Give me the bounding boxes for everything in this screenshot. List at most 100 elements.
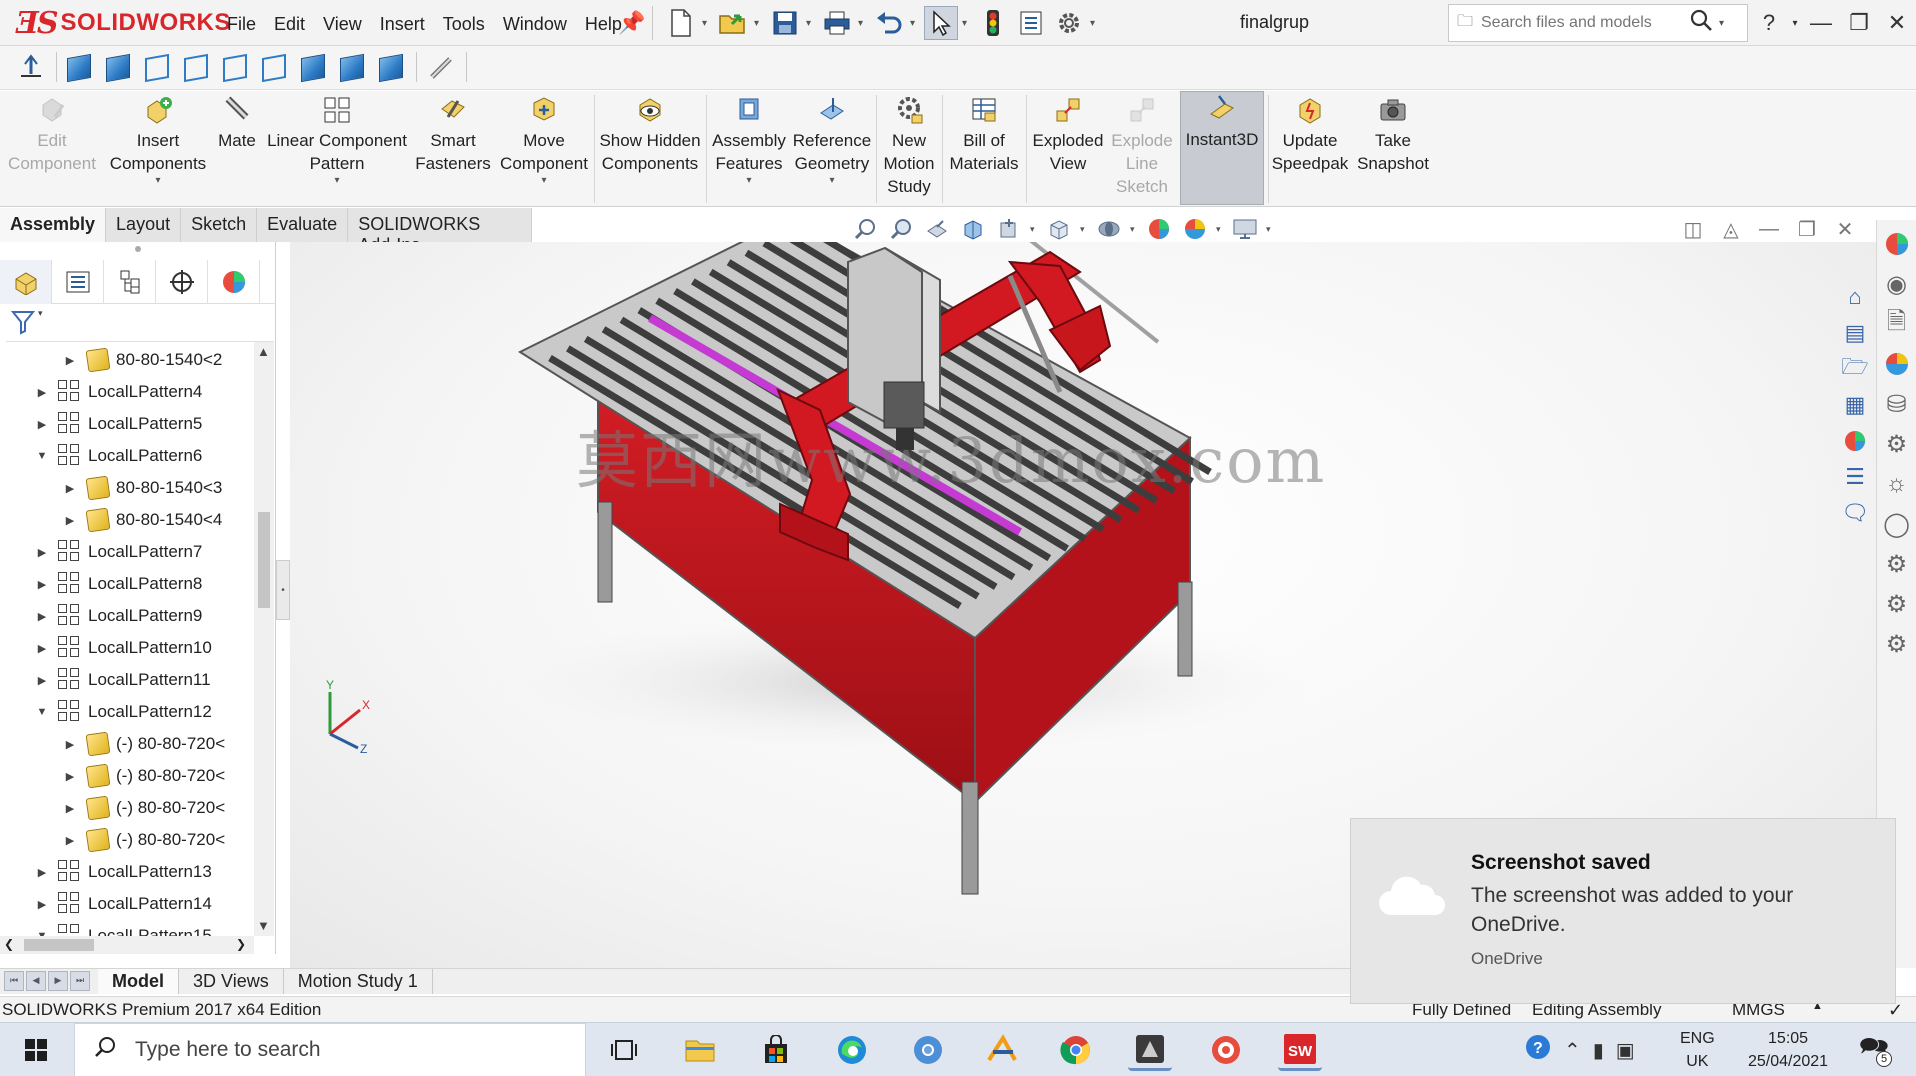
split-left-icon[interactable]: ◫	[1680, 216, 1706, 242]
display-style-icon[interactable]	[1094, 214, 1124, 244]
back-view-icon[interactable]	[101, 52, 135, 84]
front-view-icon[interactable]	[62, 52, 96, 84]
chrome-icon[interactable]	[1054, 1029, 1098, 1071]
display-manager-icon[interactable]	[208, 260, 260, 304]
view-palette-icon[interactable]: ▦	[1839, 390, 1871, 420]
tab-evaluate[interactable]: Evaluate	[257, 208, 349, 242]
expand-arrow-right-icon[interactable]: ▶	[62, 802, 78, 815]
gear-icon[interactable]: ⚙	[1881, 548, 1913, 580]
configuration-manager-icon[interactable]	[104, 260, 156, 304]
menu-file[interactable]: File	[218, 8, 265, 41]
gear-icon[interactable]: ⚙	[1881, 628, 1913, 660]
3d-app-icon[interactable]	[1128, 1029, 1172, 1071]
chevron-down-icon[interactable]: ▾	[1719, 18, 1724, 29]
expand-arrow-right-icon[interactable]: ▶	[34, 546, 50, 559]
menu-window[interactable]: Window	[494, 8, 576, 41]
bottom-view-icon[interactable]	[257, 52, 291, 84]
expand-arrow-right-icon[interactable]: ▶	[62, 514, 78, 527]
mate-button[interactable]: Mate	[212, 93, 262, 152]
forum-icon[interactable]: 🗨	[1839, 498, 1871, 528]
instant3d-button[interactable]: Instant3D	[1180, 91, 1264, 205]
tab-assembly[interactable]: Assembly	[0, 208, 107, 242]
tree-item-pattern[interactable]: ▶ LocalLPattern13	[34, 856, 212, 888]
appearances-icon[interactable]	[1839, 426, 1871, 456]
scroll-left-icon[interactable]: ❮	[4, 937, 14, 951]
chevron-down-icon[interactable]: ▾	[806, 18, 816, 29]
insert-components-button[interactable]: Insert Components ▾	[104, 93, 212, 187]
battery-icon[interactable]: ▮	[1593, 1038, 1604, 1063]
chevron-down-icon[interactable]: ▾	[155, 175, 160, 187]
tab-model[interactable]: Model	[98, 969, 179, 994]
viewport-restore-icon[interactable]: ❐	[1794, 216, 1820, 242]
tree-item-part[interactable]: ▶ (-) 80-80-720<	[62, 792, 225, 824]
options-gear-icon[interactable]	[1052, 6, 1086, 40]
expand-arrow-right-icon[interactable]: ▶	[34, 610, 50, 623]
chevron-down-icon[interactable]: ▾	[334, 175, 339, 187]
chevron-down-icon[interactable]: ▾	[754, 18, 764, 29]
network-icon[interactable]: ▣	[1616, 1038, 1635, 1063]
light-icon[interactable]: ☼	[1881, 468, 1913, 500]
expand-arrow-right-icon[interactable]: ▶	[34, 386, 50, 399]
language-indicator[interactable]: ENG UK	[1680, 1027, 1715, 1073]
clock[interactable]: 15:05 25/04/2021	[1748, 1027, 1828, 1073]
gear-icon[interactable]: ⚙	[1881, 588, 1913, 620]
chevron-down-icon[interactable]: ▾	[910, 18, 920, 29]
bill-of-materials-button[interactable]: Bill of Materials	[946, 93, 1022, 175]
task-view-icon[interactable]	[602, 1029, 646, 1071]
expand-arrow-right-icon[interactable]: ▶	[34, 642, 50, 655]
zoom-to-fit-icon[interactable]	[850, 214, 880, 244]
split-right-icon[interactable]: ◬	[1718, 216, 1744, 242]
onedrive-notification[interactable]: Screenshot saved The screenshot was adde…	[1350, 818, 1896, 1004]
top-view-icon[interactable]	[218, 52, 252, 84]
exploded-view-button[interactable]: Exploded View	[1030, 93, 1106, 175]
tree-vertical-scrollbar[interactable]: ▲ ▼	[254, 342, 274, 936]
help-tray-icon[interactable]: ?	[1524, 1033, 1552, 1067]
scroll-right-icon[interactable]: ❯	[236, 937, 246, 951]
right-view-icon[interactable]	[179, 52, 213, 84]
tab-layout[interactable]: Layout	[106, 208, 182, 242]
dimetric-view-icon[interactable]	[374, 52, 408, 84]
recorder-app-icon[interactable]	[1204, 1029, 1248, 1071]
explode-line-sketch-button[interactable]: Explode Line Sketch	[1106, 93, 1178, 198]
expand-arrow-down-icon[interactable]: ▼	[34, 706, 50, 718]
chevron-down-icon[interactable]: ▾	[858, 18, 868, 29]
search-input[interactable]	[1481, 14, 1681, 32]
tree-item-pattern[interactable]: ▼ LocalLPattern15	[34, 920, 212, 936]
section-view-icon[interactable]	[958, 214, 988, 244]
notifications-icon[interactable]: 🗪 5	[1856, 1031, 1892, 1067]
expand-arrow-right-icon[interactable]: ▶	[34, 898, 50, 911]
chevron-up-icon[interactable]: ⌃	[1564, 1038, 1581, 1063]
chevron-down-icon[interactable]: ▾	[1090, 18, 1100, 29]
close-icon[interactable]: ✕	[1878, 6, 1916, 40]
expand-arrow-right-icon[interactable]: ▶	[34, 578, 50, 591]
previous-view-icon[interactable]	[922, 214, 952, 244]
isometric-view-icon[interactable]	[296, 52, 330, 84]
settings-icon[interactable]: ⚙	[1881, 428, 1913, 460]
view-settings-icon[interactable]	[1230, 214, 1260, 244]
restore-icon[interactable]: ❐	[1840, 6, 1878, 40]
tree-item-pattern[interactable]: ▼ LocalLPattern6	[34, 440, 202, 472]
tree-item-pattern[interactable]: ▶ LocalLPattern4	[34, 376, 202, 408]
undo-icon[interactable]	[872, 6, 906, 40]
expand-arrow-down-icon[interactable]: ▼	[34, 450, 50, 462]
help-button[interactable]: ?	[1750, 6, 1788, 40]
menu-edit[interactable]: Edit	[265, 8, 314, 41]
solidworks-taskbar-icon[interactable]: SW	[1278, 1029, 1322, 1071]
chevron-down-icon[interactable]: ▾	[1130, 224, 1138, 235]
file-explorer-icon[interactable]	[678, 1029, 722, 1071]
tree-item-pattern[interactable]: ▶ LocalLPattern5	[34, 408, 202, 440]
next-tab-icon[interactable]: ▶	[48, 970, 68, 991]
decals-icon[interactable]: ◉	[1881, 268, 1913, 300]
tree-item-pattern[interactable]: ▶ LocalLPattern7	[34, 536, 202, 568]
taskbar-search[interactable]: Type here to search	[74, 1023, 586, 1076]
tree-item-part[interactable]: ▶ 80-80-1540<3	[62, 472, 222, 504]
left-view-icon[interactable]	[140, 52, 174, 84]
expand-arrow-right-icon[interactable]: ▶	[62, 770, 78, 783]
feature-manager-tree-icon[interactable]	[0, 260, 52, 304]
last-tab-icon[interactable]: ⏭	[70, 970, 90, 991]
tree-horizontal-scrollbar[interactable]: ❮ ❯	[0, 936, 254, 954]
first-tab-icon[interactable]: ⏮	[4, 970, 24, 991]
chevron-down-icon[interactable]: ▾	[829, 175, 834, 187]
reference-geometry-button[interactable]: Reference Geometry ▾	[792, 93, 872, 187]
tree-item-pattern[interactable]: ▶ LocalLPattern14	[34, 888, 212, 920]
